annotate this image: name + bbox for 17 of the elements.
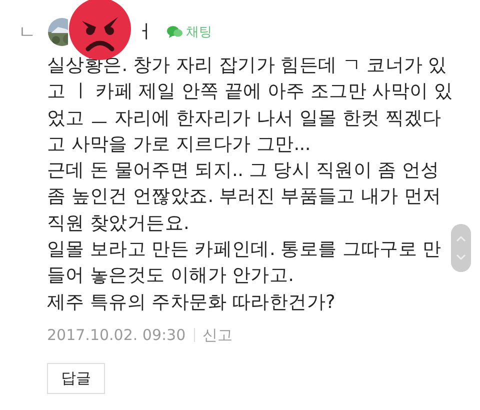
- scroll-handle[interactable]: [451, 224, 471, 272]
- comment-text-line: 제주 특유의 주차문화 따라한건가?: [47, 290, 336, 315]
- reply-button[interactable]: 답글: [47, 362, 105, 394]
- comment-text-line: 일몰 보라고 만든 카페인데. 통로를 그따구로 만: [47, 238, 442, 262]
- avatar[interactable]: [48, 18, 68, 46]
- comment-text-line: 좀 높인건 언짢았죠. 부러진 부품들고 내가 먼저: [47, 185, 442, 210]
- comment-text-line: 었고 ㅡ 자리에 한자리가 나서 일몰 한컷 찍겠다: [47, 106, 442, 131]
- comment-text-line: 직원 찾았거든요.: [47, 212, 190, 236]
- author-name[interactable]: ㅓ: [136, 19, 155, 45]
- comment-date: 2017.10.02. 09:30: [47, 326, 186, 344]
- comment-text-line: 고 ㅣ 카페 제일 안쪽 끝에 아주 조그만 사막이 있: [47, 80, 453, 104]
- chat-bubbles-icon[interactable]: [167, 25, 183, 39]
- comment-text-line: 고 사막을 가로 지르다가 그만...: [47, 132, 310, 157]
- comment-text-line: 들어 놓은것도 이해가 안가고.: [47, 264, 294, 288]
- comment-text-line: 근데 돈 물어주면 되지.. 그 당시 직원이 좀 언성: [47, 159, 440, 184]
- reply-mark: ㄴ: [18, 21, 37, 44]
- comment-text-line: 실상황은. 창가 자리 잡기가 힘든데 ㄱ 코너가 있: [47, 54, 447, 78]
